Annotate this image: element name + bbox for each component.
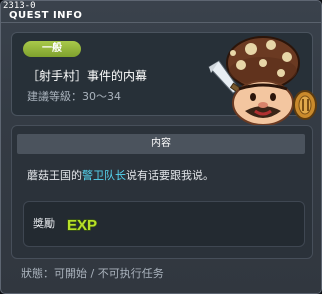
exp-icon: EXP (66, 216, 97, 234)
quest-info-window: 2313-0 QUEST INFO 一般 ［射手村］事件的内幕 建議等級：30～… (0, 0, 322, 294)
window-title: QUEST INFO (9, 10, 83, 21)
exp-icon-label: EXP (67, 217, 97, 234)
content-header: 内容 (17, 134, 305, 154)
mushroom-warrior-npc-icon (208, 36, 317, 126)
quest-category-badge: 一般 (23, 41, 81, 57)
quest-title: ［射手村］事件的内幕 (27, 69, 148, 83)
description-prefix: 蘑菇王国的 (27, 169, 82, 182)
quest-description: 蘑菇王国的警卫队长说有话要跟我说。 (27, 168, 214, 184)
title-bar[interactable]: 2313-0 QUEST INFO (1, 1, 321, 23)
quest-status: 狀態：可開始 / 不可执行任务 (21, 267, 164, 280)
title-divider (1, 22, 321, 23)
recommended-level: 建議等級：30～34 (27, 90, 121, 103)
reward-label: 獎勵 (33, 217, 55, 230)
npc-name-highlight: 警卫队长 (82, 169, 126, 182)
description-suffix: 说有话要跟我说。 (126, 169, 214, 182)
